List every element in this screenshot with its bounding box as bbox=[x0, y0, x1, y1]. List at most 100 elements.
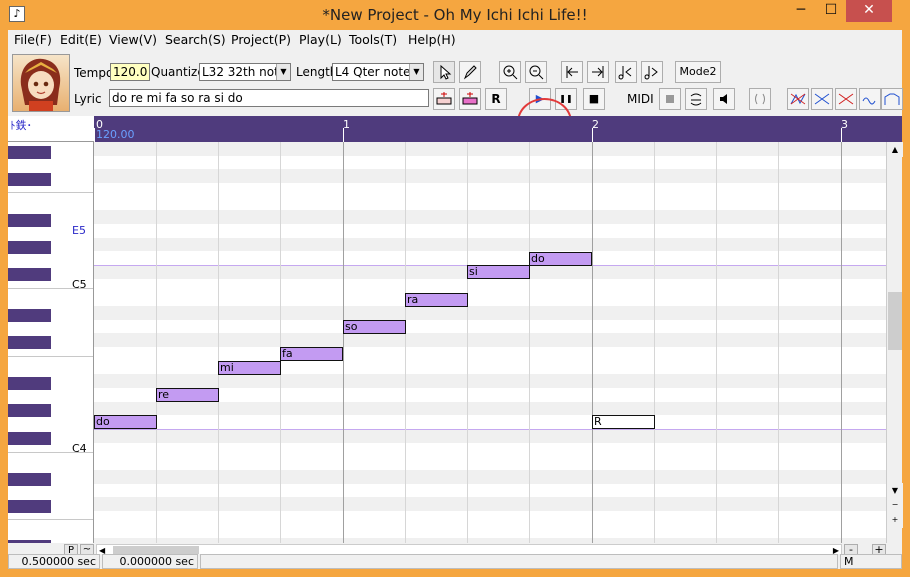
depth-icon bbox=[838, 93, 854, 105]
black-key[interactable] bbox=[8, 268, 51, 281]
menu-edit[interactable]: Edit(E) bbox=[60, 32, 102, 47]
track-name: ﾄ鉄･ bbox=[8, 116, 94, 142]
black-key[interactable] bbox=[8, 309, 51, 322]
key-divider bbox=[8, 519, 93, 520]
menu-play[interactable]: Play(L) bbox=[299, 32, 342, 47]
lyric-field[interactable]: do re mi fa so ra si do bbox=[109, 89, 429, 107]
depth-button[interactable] bbox=[835, 88, 857, 110]
grid-row-black bbox=[94, 401, 886, 416]
quantize-select[interactable]: L32 32th note ▼ bbox=[199, 63, 291, 81]
note-re[interactable]: re bbox=[156, 388, 219, 402]
pencil-icon bbox=[463, 65, 477, 80]
stop-button[interactable]: ■ bbox=[583, 88, 605, 110]
speaker-button[interactable] bbox=[713, 88, 735, 110]
grid-row-black bbox=[94, 142, 886, 156]
metronome-button[interactable] bbox=[749, 88, 771, 110]
note-si[interactable]: si bbox=[467, 265, 530, 279]
key-label-c4: C4 bbox=[72, 442, 87, 455]
scroll-up-icon[interactable]: ▲ bbox=[887, 142, 903, 157]
metronome-icon bbox=[755, 93, 765, 105]
title-bar: ♪ *New Project - Oh My Ichi Ichi Life!! … bbox=[0, 0, 910, 30]
vzoom-minus-button[interactable]: − bbox=[887, 498, 903, 513]
note-do-high[interactable]: do bbox=[529, 252, 592, 266]
prev-note-button[interactable] bbox=[615, 61, 637, 83]
grid-row-black bbox=[94, 497, 886, 511]
go-start-button[interactable] bbox=[561, 61, 583, 83]
ruler-mark-3: 3 bbox=[841, 118, 848, 131]
status-bar: 0.500000 sec 0.000000 sec M bbox=[8, 554, 902, 569]
pointer-tool-button[interactable] bbox=[433, 61, 455, 83]
black-key[interactable] bbox=[8, 146, 51, 159]
scroll-down-icon[interactable]: ▼ bbox=[887, 483, 903, 498]
rest-note[interactable]: R bbox=[592, 415, 655, 429]
decay-button[interactable] bbox=[811, 88, 833, 110]
length-select[interactable]: L4 Qter note ▼ bbox=[332, 63, 424, 81]
time-ruler[interactable]: 0 120.00 1 2 3 bbox=[94, 116, 902, 142]
status-mode: M bbox=[840, 554, 902, 569]
minimize-button[interactable]: ─ bbox=[786, 0, 816, 22]
menu-search[interactable]: Search(S) bbox=[165, 32, 226, 47]
black-key[interactable] bbox=[8, 336, 51, 349]
vzoom-plus-button[interactable]: + bbox=[887, 513, 903, 528]
insert-note-button[interactable] bbox=[433, 88, 455, 110]
scroll-thumb[interactable] bbox=[888, 292, 902, 350]
close-button[interactable]: ✕ bbox=[846, 0, 892, 22]
ruler-tick bbox=[343, 128, 344, 142]
zoom-out-button[interactable] bbox=[525, 61, 547, 83]
vibrato-button[interactable] bbox=[859, 88, 881, 110]
length-value: L4 Qter note bbox=[335, 65, 411, 79]
envelope-button[interactable] bbox=[881, 88, 903, 110]
tempo-marker[interactable]: 120.00 bbox=[96, 128, 135, 141]
client-area: File(F) Edit(E) View(V) Search(S) Projec… bbox=[8, 30, 903, 569]
beat-line bbox=[529, 142, 530, 543]
menu-file[interactable]: File(F) bbox=[14, 32, 52, 47]
tempo-field[interactable]: 120.0 bbox=[110, 63, 150, 81]
chevron-down-icon[interactable]: ▼ bbox=[276, 64, 290, 80]
rest-button[interactable]: R bbox=[485, 88, 507, 110]
note-do-low[interactable]: do bbox=[94, 415, 157, 429]
menu-help[interactable]: Help(H) bbox=[408, 32, 456, 47]
beat-line bbox=[654, 142, 655, 543]
piano-keys[interactable]: E5 C5 C4 bbox=[8, 142, 94, 543]
black-key[interactable] bbox=[8, 473, 51, 486]
menu-project[interactable]: Project(P) bbox=[231, 32, 291, 47]
chevron-down-icon[interactable]: ▼ bbox=[409, 64, 423, 80]
envelope-icon bbox=[884, 93, 900, 105]
black-key[interactable] bbox=[8, 173, 51, 186]
mode2-button[interactable]: Mode2 bbox=[675, 61, 721, 83]
next-note-button[interactable] bbox=[641, 61, 663, 83]
next-note-icon bbox=[644, 66, 658, 80]
midi-record-icon bbox=[666, 95, 674, 103]
singer-avatar[interactable] bbox=[12, 54, 70, 112]
note-grid[interactable]: do re mi fa so ra si do R bbox=[94, 142, 886, 543]
midi-label: MIDI bbox=[627, 92, 654, 106]
ruler-tick bbox=[94, 128, 95, 142]
vertical-scrollbar[interactable]: ▲ ▼ − + bbox=[886, 142, 903, 543]
maximize-button[interactable]: ☐ bbox=[816, 0, 846, 22]
note-ra[interactable]: ra bbox=[405, 293, 468, 307]
black-key[interactable] bbox=[8, 432, 51, 445]
accent-button[interactable] bbox=[787, 88, 809, 110]
grid-row-black bbox=[94, 374, 886, 388]
black-key[interactable] bbox=[8, 500, 51, 513]
black-key[interactable] bbox=[8, 241, 51, 254]
grid-row-black bbox=[94, 169, 886, 183]
note-fa[interactable]: fa bbox=[280, 347, 343, 361]
window-title: *New Project - Oh My Ichi Ichi Life!! bbox=[322, 6, 588, 24]
menu-tools[interactable]: Tools(T) bbox=[349, 32, 397, 47]
midi-thru-button[interactable] bbox=[685, 88, 707, 110]
note-so[interactable]: so bbox=[343, 320, 406, 334]
black-key[interactable] bbox=[8, 404, 51, 417]
insert-rest-button[interactable] bbox=[459, 88, 481, 110]
note-mi[interactable]: mi bbox=[218, 361, 281, 375]
black-key[interactable] bbox=[8, 214, 51, 227]
black-key[interactable] bbox=[8, 377, 51, 390]
zoom-in-button[interactable] bbox=[499, 61, 521, 83]
go-end-button[interactable] bbox=[587, 61, 609, 83]
midi-record-button[interactable] bbox=[659, 88, 681, 110]
pencil-tool-button[interactable] bbox=[459, 61, 481, 83]
menu-view[interactable]: View(V) bbox=[109, 32, 157, 47]
bar-line bbox=[841, 142, 842, 543]
beat-line bbox=[218, 142, 219, 543]
ruler-mark-1: 1 bbox=[343, 118, 350, 131]
